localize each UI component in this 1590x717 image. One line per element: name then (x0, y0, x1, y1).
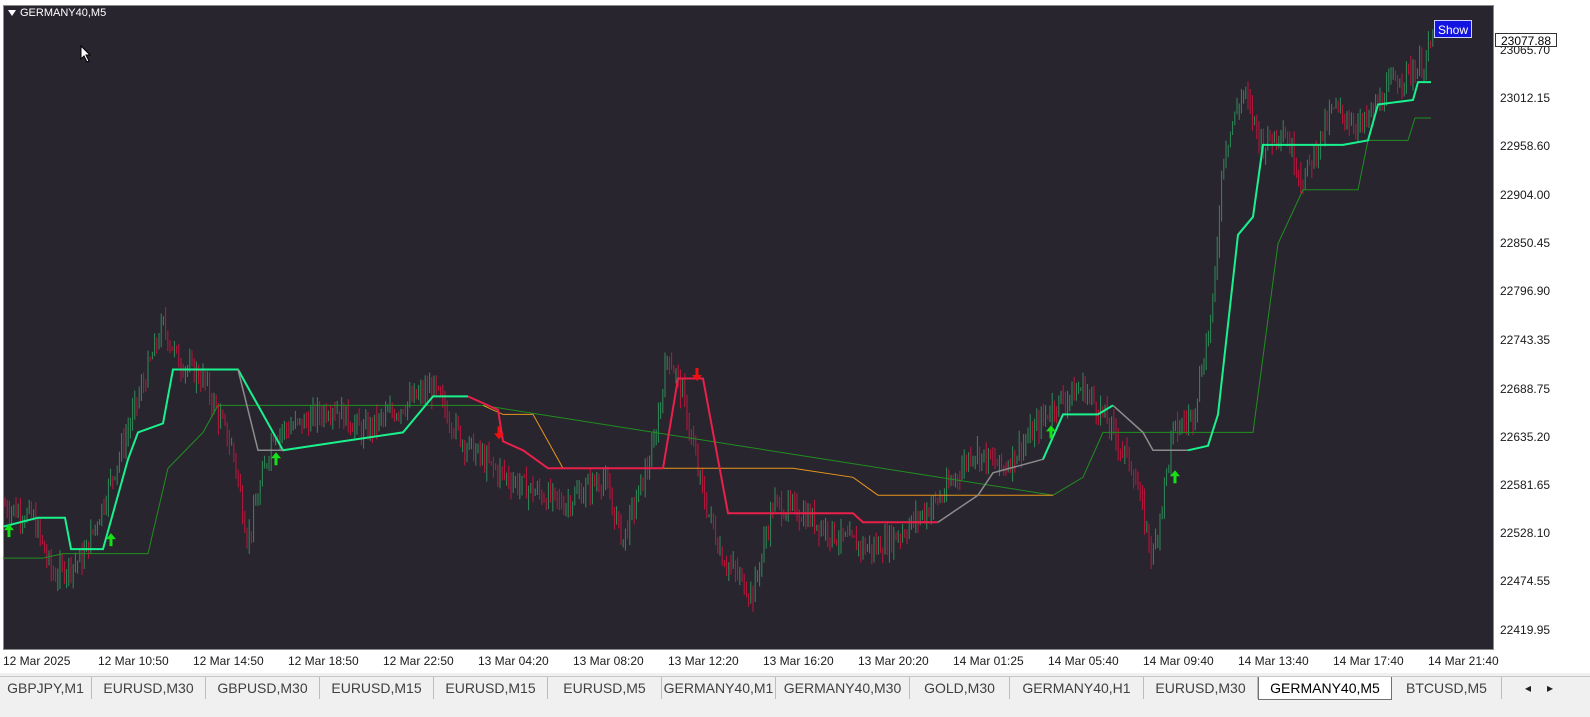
time-axis-label: 13 Mar 04:20 (478, 654, 549, 668)
trend-up-line-3 (1187, 81, 1431, 452)
chart-tab[interactable]: GERMANY40,M30 (776, 677, 910, 699)
price-axis-label: 22850.45 (1500, 236, 1551, 251)
time-axis-label: 12 Mar 10:50 (98, 654, 169, 668)
symbol-title[interactable]: GERMANY40,M5 (8, 7, 106, 19)
time-axis-label: 13 Mar 08:20 (573, 654, 644, 668)
mouse-cursor-icon (80, 45, 92, 63)
chart-tab[interactable]: BTCUSD,M5 (1392, 677, 1502, 699)
price-axis-label: 22528.10 (1500, 525, 1551, 540)
time-axis-label: 12 Mar 18:50 (288, 654, 359, 668)
time-axis-label: 12 Mar 2025 (3, 654, 71, 668)
time-axis-label: 12 Mar 14:50 (193, 654, 264, 668)
tab-scroll-right-button[interactable]: ▸ (1540, 677, 1560, 699)
candles-layer (4, 29, 1434, 612)
chart-tab[interactable]: EURUSD,M15 (434, 677, 548, 699)
time-axis-label: 13 Mar 16:20 (763, 654, 834, 668)
dropdown-triangle-icon[interactable] (8, 10, 16, 16)
chart-tab[interactable]: GOLD,M30 (910, 677, 1010, 699)
buy-arrow-icon (271, 452, 281, 466)
price-axis-label: 22796.90 (1500, 284, 1551, 299)
time-axis-label: 14 Mar 01:25 (953, 654, 1024, 668)
chart-tab[interactable]: EURUSD,M15 (320, 677, 434, 699)
time-axis-label: 12 Mar 22:50 (383, 654, 454, 668)
price-axis-label: 22581.65 (1500, 477, 1551, 492)
chart-window[interactable]: GERMANY40,M5 Show 23065.70 23012.15 22958.… (0, 0, 1590, 673)
price-axis-label: 22419.95 (1500, 623, 1551, 637)
price-axis-label: 23012.15 (1500, 91, 1551, 106)
slow-trend-line (3, 117, 1431, 559)
time-axis[interactable]: 12 Mar 2025 12 Mar 10:50 12 Mar 14:50 12 Ma… (0, 652, 1500, 672)
indicator-lines-layer (3, 81, 1431, 559)
chart-tab[interactable]: GERMANY40,M5 (1258, 677, 1392, 700)
signal-arrows-layer (4, 367, 1180, 547)
show-button[interactable]: Show (1434, 20, 1472, 38)
chart-tab[interactable]: GERMANY40,M1 (662, 677, 776, 699)
price-axis-label: 22635.20 (1500, 429, 1551, 444)
chart-tab[interactable]: GBPJPY,M1 (0, 677, 92, 699)
time-axis-label: 13 Mar 20:20 (858, 654, 929, 668)
price-chart[interactable] (3, 5, 1494, 650)
price-axis-label: 22688.75 (1500, 381, 1551, 396)
chart-tab[interactable]: GERMANY40,H1 (1010, 677, 1144, 699)
time-axis-label: 14 Mar 17:40 (1333, 654, 1404, 668)
time-axis-label: 14 Mar 21:40 (1428, 654, 1499, 668)
time-axis-label: 14 Mar 09:40 (1143, 654, 1214, 668)
price-axis-label: 22474.55 (1500, 573, 1551, 588)
chart-tab[interactable]: GBPUSD,M30 (206, 677, 320, 699)
chart-tab[interactable]: EURUSD,M5 (548, 677, 662, 699)
price-axis-label: 22904.00 (1500, 188, 1551, 203)
time-axis-label: 14 Mar 13:40 (1238, 654, 1309, 668)
price-axis[interactable]: 23065.70 23012.15 22958.60 22904.00 22850.45… (1494, 5, 1590, 650)
chart-tab-bar: BTCUSD,M5 GERMANY40,M5 EURUSD,M30 GERMANY40… (0, 676, 1590, 701)
price-axis-label: 22958.60 (1500, 139, 1551, 154)
price-axis-label: 22743.35 (1500, 332, 1551, 347)
symbol-title-text: GERMANY40,M5 (20, 7, 107, 19)
current-price-label: 23077.88 (1495, 33, 1557, 48)
time-axis-label: 13 Mar 12:20 (668, 654, 739, 668)
time-axis-label: 14 Mar 05:40 (1048, 654, 1119, 668)
trend-neutral-line-3 (1112, 404, 1188, 452)
chart-tab[interactable]: EURUSD,M30 (1144, 677, 1258, 699)
tab-scroll-left-button[interactable]: ◂ (1518, 677, 1538, 699)
chart-tab[interactable]: EURUSD,M30 (92, 677, 206, 699)
